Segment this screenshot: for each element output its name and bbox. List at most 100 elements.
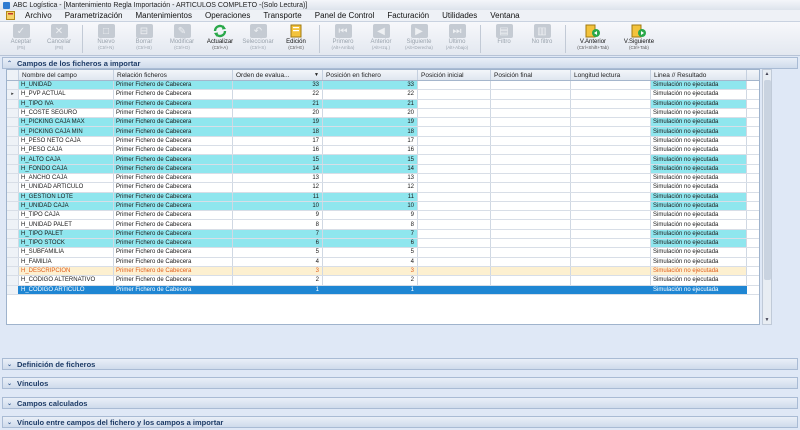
cell-posicion-fichero[interactable]: 7 [323, 229, 418, 239]
aceptar-button[interactable]: ✓ Aceptar (F5) [2, 24, 40, 50]
cell-nombre-campo[interactable]: H_GESTION LOTE [19, 192, 114, 201]
cell-orden-evaluacion[interactable]: 12 [233, 183, 323, 192]
cell-posicion-inicial[interactable] [418, 146, 491, 155]
table-row[interactable]: H_TIPO PALET Primer Fichero de Cabecera 7 7… [7, 229, 759, 240]
table-row[interactable]: H_UNIDAD CAJA Primer Fichero de Cabecera 1… [7, 201, 759, 212]
cell-relacion-ficheros[interactable]: Primer Fichero de Cabecera [114, 257, 233, 266]
col-orden-evaluacion[interactable]: Orden de evalua... ▼ [233, 70, 323, 80]
cell-longitud-lectura[interactable] [571, 99, 651, 108]
row-indicator[interactable] [7, 99, 19, 108]
table-row[interactable]: H_SUBFAMILIA Primer Fichero de Cabecera 5 5… [7, 248, 759, 258]
cell-longitud-lectura[interactable] [571, 118, 651, 127]
cell-relacion-ficheros[interactable]: Primer Fichero de Cabecera [114, 108, 233, 118]
cell-relacion-ficheros[interactable]: Primer Fichero de Cabecera [114, 192, 233, 201]
cell-posicion-fichero[interactable]: 21 [323, 99, 418, 108]
cell-orden-evaluacion[interactable]: 33 [233, 81, 323, 90]
seleccionar-button[interactable]: ↶ Seleccionar (Ctrl+S) [239, 24, 277, 50]
cell-linea-resultado[interactable]: Simulación no ejecutada [651, 229, 747, 239]
cell-nombre-campo[interactable]: H_CODIGO ALTERNATIVO [19, 276, 114, 285]
menu-operaciones[interactable]: Operaciones [201, 11, 259, 20]
cell-linea-resultado[interactable]: Simulación no ejecutada [651, 220, 747, 229]
cell-linea-resultado[interactable]: Simulación no ejecutada [651, 248, 747, 257]
cell-orden-evaluacion[interactable]: 1 [233, 285, 323, 294]
cell-longitud-lectura[interactable] [571, 276, 651, 285]
cell-linea-resultado[interactable]: Simulación no ejecutada [651, 146, 747, 155]
grid-scrollbar[interactable]: ▲ ▼ [762, 69, 772, 325]
actualizar-button[interactable]: Actualizar (Ctrl+A) [201, 24, 239, 50]
row-indicator[interactable] [7, 220, 19, 229]
cell-linea-resultado[interactable]: Simulación no ejecutada [651, 99, 747, 108]
row-indicator[interactable] [7, 81, 19, 90]
primero-button[interactable]: ⏮ Primero (Alt+Arriba) [324, 24, 362, 50]
table-row[interactable]: H_UNIDAD PALET Primer Fichero de Cabecera… [7, 220, 759, 230]
cell-orden-evaluacion[interactable]: 3 [233, 266, 323, 276]
table-row[interactable]: H_ANCHO CAJA Primer Fichero de Cabecera 13… [7, 173, 759, 184]
row-indicator[interactable] [7, 239, 19, 248]
cell-posicion-inicial[interactable] [418, 127, 491, 136]
cell-posicion-fichero[interactable]: 19 [323, 118, 418, 127]
cell-relacion-ficheros[interactable]: Primer Fichero de Cabecera [114, 155, 233, 164]
cell-orden-evaluacion[interactable]: 13 [233, 173, 323, 183]
menu-parametrizacion[interactable]: Parametrización [61, 11, 132, 20]
cell-posicion-inicial[interactable] [418, 155, 491, 164]
cancelar-button[interactable]: ✕ Cancelar (F8) [40, 24, 78, 50]
table-row[interactable]: H_UNIDAD ARTICULO Primer Fichero de Cabec… [7, 183, 759, 193]
cell-posicion-fichero[interactable]: 15 [323, 155, 418, 164]
edicion-button[interactable]: Edición (Ctrl+E) [277, 24, 315, 50]
cell-posicion-final[interactable] [491, 229, 571, 239]
cell-orden-evaluacion[interactable]: 6 [233, 239, 323, 248]
cell-posicion-final[interactable] [491, 248, 571, 257]
cell-nombre-campo[interactable]: H_CODIGO ARTICULO [19, 285, 114, 294]
cell-orden-evaluacion[interactable]: 14 [233, 164, 323, 173]
cell-linea-resultado[interactable]: Simulación no ejecutada [651, 127, 747, 136]
v-siguiente-button[interactable]: V.Siguiente (Ctrl+Tab) [616, 24, 662, 50]
panel-campos-header[interactable]: ⌃ Campos de los ficheros a importar [2, 57, 798, 69]
scroll-down-icon[interactable]: ▼ [763, 316, 771, 324]
cell-posicion-fichero[interactable]: 33 [323, 81, 418, 90]
window-menu-icon[interactable] [6, 11, 15, 20]
cell-relacion-ficheros[interactable]: Primer Fichero de Cabecera [114, 127, 233, 136]
cell-orden-evaluacion[interactable]: 4 [233, 257, 323, 266]
cell-longitud-lectura[interactable] [571, 155, 651, 164]
cell-relacion-ficheros[interactable]: Primer Fichero de Cabecera [114, 90, 233, 99]
table-row[interactable]: H_PICKING CAJA MIN Primer Fichero de Cabe… [7, 127, 759, 137]
nuevo-button[interactable]: □ Nuevo (Ctrl+N) [87, 24, 125, 50]
cell-posicion-fichero[interactable]: 3 [323, 266, 418, 276]
cell-posicion-fichero[interactable]: 22 [323, 90, 418, 99]
cell-relacion-ficheros[interactable]: Primer Fichero de Cabecera [114, 248, 233, 257]
cell-orden-evaluacion[interactable]: 10 [233, 201, 323, 211]
cell-relacion-ficheros[interactable]: Primer Fichero de Cabecera [114, 239, 233, 248]
ultimo-button[interactable]: ⏭ Último (Alt+Abajo) [438, 24, 476, 50]
cell-posicion-final[interactable] [491, 127, 571, 136]
cell-posicion-inicial[interactable] [418, 118, 491, 127]
cell-posicion-final[interactable] [491, 192, 571, 201]
cell-orden-evaluacion[interactable]: 18 [233, 127, 323, 136]
table-row[interactable]: H_TIPO IVA Primer Fichero de Cabecera 21 21… [7, 99, 759, 109]
col-nombre-campo[interactable]: Nombre del campo [19, 70, 114, 80]
cell-orden-evaluacion[interactable]: 16 [233, 146, 323, 155]
no-filtro-button[interactable]: ▥ No filtro [523, 24, 561, 45]
table-row[interactable]: H_DESCRIPCION Primer Fichero de Cabecera 3… [7, 266, 759, 277]
cell-relacion-ficheros[interactable]: Primer Fichero de Cabecera [114, 211, 233, 220]
cell-posicion-final[interactable] [491, 136, 571, 146]
col-posicion-inicial[interactable]: Posición inicial [418, 70, 491, 80]
cell-posicion-final[interactable] [491, 146, 571, 155]
cell-posicion-fichero[interactable]: 4 [323, 257, 418, 266]
cell-posicion-final[interactable] [491, 266, 571, 276]
cell-nombre-campo[interactable]: H_TIPO IVA [19, 99, 114, 108]
panel-definicion-header[interactable]: ⌄ Definición de ficheros [2, 358, 798, 370]
cell-linea-resultado[interactable]: Simulación no ejecutada [651, 285, 747, 294]
cell-posicion-inicial[interactable] [418, 136, 491, 146]
cell-relacion-ficheros[interactable]: Primer Fichero de Cabecera [114, 136, 233, 146]
row-indicator[interactable] [7, 266, 19, 276]
v-anterior-button[interactable]: V.Anterior (Ctrl+Shift+Tab) [570, 24, 616, 50]
row-indicator[interactable] [7, 108, 19, 118]
cell-longitud-lectura[interactable] [571, 257, 651, 266]
cell-linea-resultado[interactable]: Simulación no ejecutada [651, 276, 747, 285]
cell-longitud-lectura[interactable] [571, 108, 651, 118]
cell-linea-resultado[interactable]: Simulación no ejecutada [651, 173, 747, 183]
cell-linea-resultado[interactable]: Simulación no ejecutada [651, 118, 747, 127]
row-indicator[interactable] [7, 211, 19, 220]
cell-posicion-final[interactable] [491, 173, 571, 183]
menu-transporte[interactable]: Transporte [259, 11, 310, 20]
